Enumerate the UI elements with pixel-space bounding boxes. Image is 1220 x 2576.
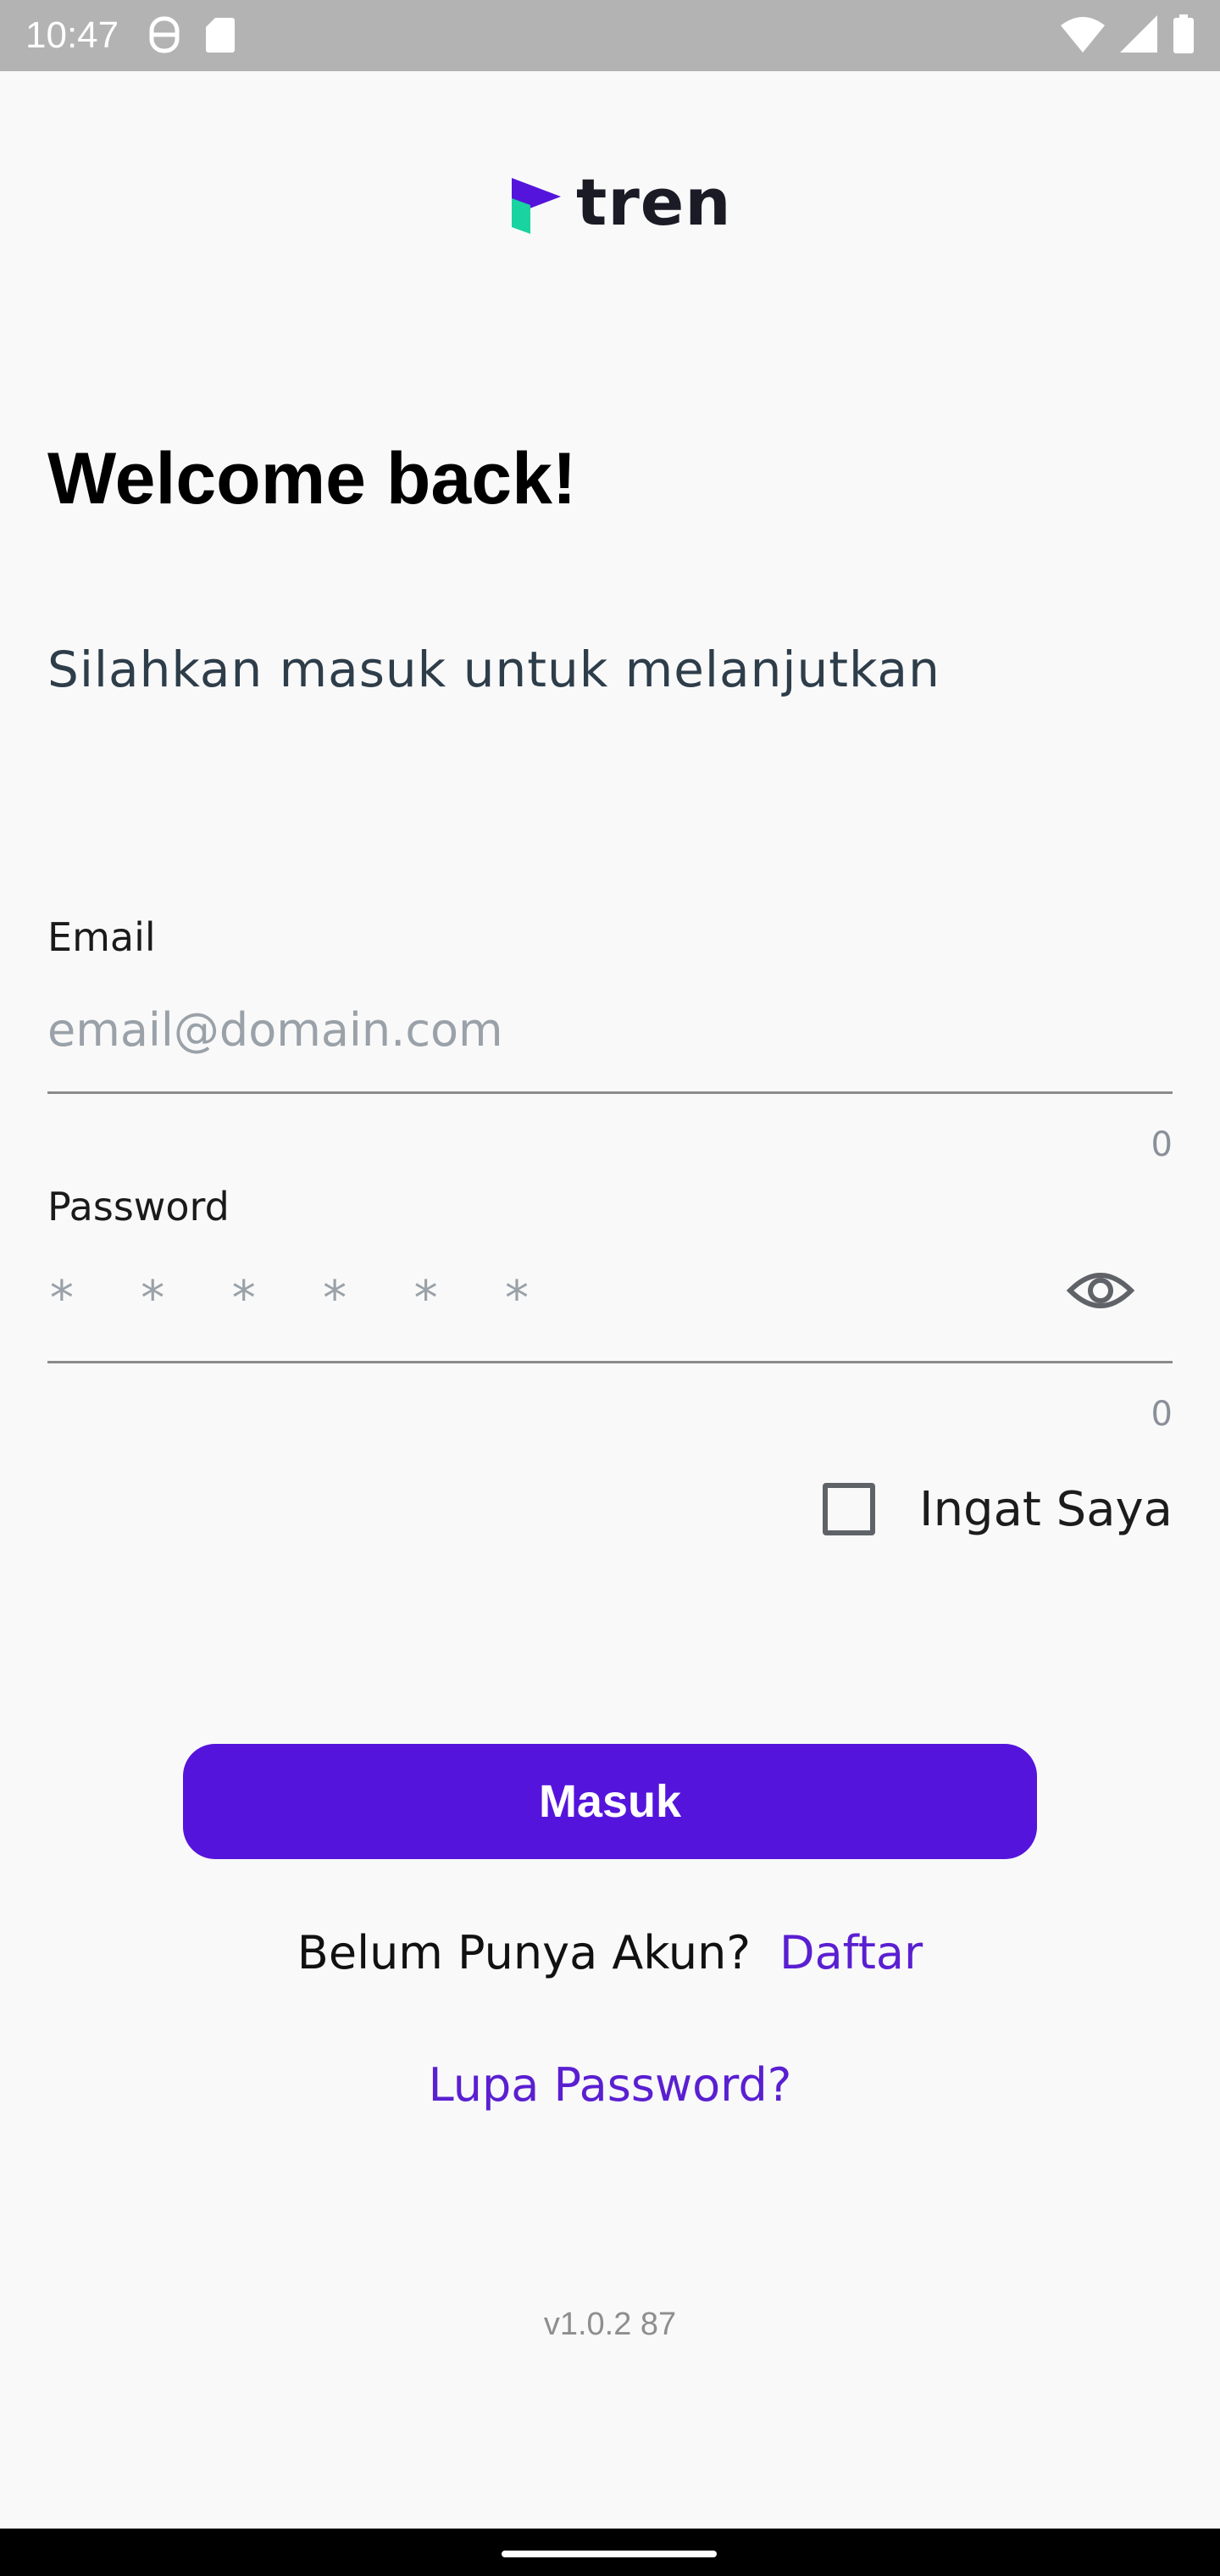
app-version: v1.0.2 87	[543, 2307, 677, 2342]
email-char-counter: 0	[1151, 1125, 1173, 1164]
signup-prompt: Belum Punya Akun?	[297, 1926, 751, 1979]
page-title: Welcome back!	[47, 438, 577, 519]
logo-text: tren	[576, 164, 732, 240]
remember-me-checkbox[interactable]	[823, 1483, 876, 1535]
login-button[interactable]: Masuk	[183, 1744, 1037, 1859]
status-right-icons	[1061, 14, 1195, 58]
password-field[interactable]: * * * * * *	[47, 1269, 548, 1329]
eye-icon	[1066, 1267, 1135, 1319]
forgot-password-link[interactable]: Lupa Password?	[0, 2056, 1220, 2115]
logo-mark-icon	[508, 175, 564, 240]
app-logo: tren	[508, 170, 731, 240]
remember-me[interactable]: Ingat Saya	[823, 1480, 1173, 1539]
password-label: Password	[47, 1184, 230, 1230]
navigation-bar	[0, 2529, 1220, 2576]
status-bar: 10:47	[0, 0, 1220, 71]
wifi-icon	[1061, 15, 1105, 57]
status-time: 10:47	[25, 14, 119, 56]
toggle-password-visibility-button[interactable]	[1066, 1263, 1135, 1322]
vpn-key-icon	[149, 15, 180, 58]
battery-icon	[1173, 14, 1195, 58]
password-underline	[47, 1361, 1173, 1363]
sd-card-icon	[205, 16, 236, 58]
email-underline	[47, 1091, 1173, 1094]
password-char-counter: 0	[1151, 1395, 1173, 1434]
signup-row: Belum Punya Akun? Daftar	[0, 1924, 1220, 1983]
status-left-icons	[149, 15, 236, 58]
email-field[interactable]	[47, 1000, 1173, 1059]
page-subtitle: Silahkan masuk untuk melanjutkan	[47, 641, 940, 698]
remember-me-label: Ingat Saya	[919, 1481, 1173, 1537]
home-indicator[interactable]	[502, 2551, 717, 2557]
signal-icon	[1120, 14, 1157, 57]
email-label: Email	[47, 914, 156, 960]
signup-link[interactable]: Daftar	[779, 1924, 923, 1983]
